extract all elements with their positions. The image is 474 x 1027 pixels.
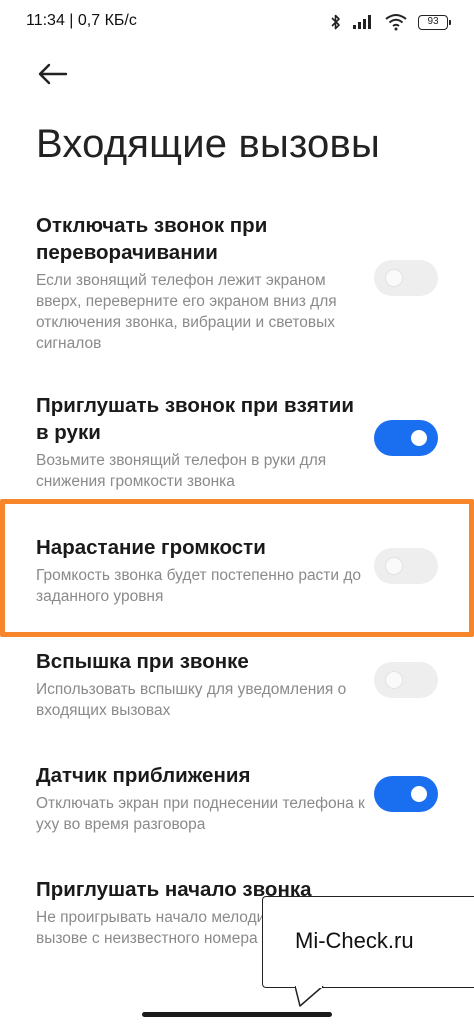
flash-on-ring-toggle[interactable] — [374, 662, 438, 698]
watermark-badge: Mi-Check.ru — [262, 896, 474, 988]
toggle-knob — [386, 270, 402, 286]
setting-description: Возьмите звонящий телефон в руки для сни… — [36, 452, 327, 490]
watermark-text: Mi-Check.ru — [295, 928, 414, 953]
setting-flash-on-ring[interactable]: Вспышка при звонке Использовать вспышку … — [36, 648, 456, 721]
pick-up-to-quiet-toggle[interactable] — [374, 420, 438, 456]
home-indicator[interactable] — [142, 1012, 332, 1017]
toggle-knob — [386, 672, 402, 688]
setting-description: Отключать экран при поднесении телефона … — [36, 795, 365, 833]
battery-indicator: 93 — [418, 14, 451, 30]
status-bar: 11:34 | 0,7 КБ/с 93 — [0, 0, 474, 44]
setting-title: Отключать звонок при переворачивании — [36, 214, 268, 264]
setting-proximity-sensor[interactable]: Датчик приближения Отключать экран при п… — [36, 762, 456, 835]
setting-flip-to-silence[interactable]: Отключать звонок при переворачивании Есл… — [36, 212, 456, 354]
setting-title: Вспышка при звонке — [36, 650, 249, 673]
setting-description: Громкость звонка будет постепенно расти … — [36, 567, 362, 605]
setting-description: Если звонящий телефон лежит экраном ввер… — [36, 272, 337, 352]
setting-ascending-volume[interactable]: Нарастание громкости Громкость звонка бу… — [36, 534, 456, 607]
toggle-knob — [411, 430, 427, 446]
page-title: Входящие вызовы — [36, 122, 380, 166]
wifi-icon — [384, 13, 408, 31]
back-button[interactable] — [34, 60, 74, 92]
setting-title: Приглушать звонок при взятии в руки — [36, 394, 354, 444]
arrow-left-icon — [34, 63, 74, 96]
ascending-volume-toggle[interactable] — [374, 548, 438, 584]
toggle-knob — [386, 558, 402, 574]
watermark-tail — [295, 986, 324, 1007]
setting-pick-up-to-quiet[interactable]: Приглушать звонок при взятии в руки Возь… — [36, 392, 456, 492]
toggle-knob — [411, 786, 427, 802]
status-icons: 93 — [330, 12, 451, 32]
proximity-sensor-toggle[interactable] — [374, 776, 438, 812]
setting-description: Использовать вспышку для уведомления о в… — [36, 681, 347, 719]
flip-to-silence-toggle[interactable] — [374, 260, 438, 296]
setting-title: Нарастание громкости — [36, 536, 266, 559]
status-time: 11:34 | 0,7 КБ/с — [26, 12, 137, 29]
signal-icon — [352, 14, 374, 30]
setting-title: Датчик приближения — [36, 764, 251, 787]
bluetooth-icon — [330, 13, 342, 31]
